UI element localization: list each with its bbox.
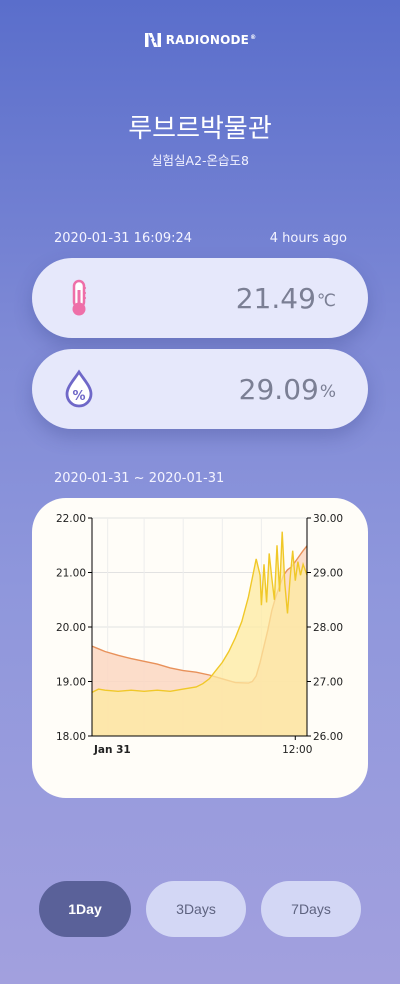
thermometer-icon bbox=[72, 279, 86, 316]
humidity-drop-icon: % bbox=[65, 369, 93, 408]
chart-card: 18.00 19.00 20.00 21.00 22.00 26.00 27.00 28.00… bbox=[32, 498, 368, 798]
y-left-tick-label: 20.00 bbox=[56, 622, 86, 634]
series-area-1 bbox=[92, 531, 307, 736]
x-tick-label: Jan 31 bbox=[93, 744, 131, 756]
humidity-card[interactable]: % 29.09% bbox=[32, 349, 368, 429]
range-3days-button[interactable]: 3Days bbox=[146, 881, 246, 937]
y-right-tick-label: 29.00 bbox=[313, 568, 343, 580]
brand-name: RADIONODE® bbox=[165, 33, 257, 47]
y-right-tick-label: 27.00 bbox=[313, 677, 343, 689]
x-tick-label: 12:00 bbox=[282, 744, 312, 756]
brand-logo: RADIONODE® bbox=[0, 31, 400, 49]
y-right-tick-label: 30.00 bbox=[313, 513, 343, 525]
last-update-timestamp: 2020-01-31 16:09:24 bbox=[54, 231, 193, 246]
page-title: 루브르박물관 bbox=[128, 114, 272, 144]
history-chart: 18.00 19.00 20.00 21.00 22.00 26.00 27.00 28.00… bbox=[56, 513, 343, 756]
radionode-logo-icon bbox=[144, 33, 161, 47]
page-subtitle: 실험실A2-온습도8 bbox=[151, 153, 249, 168]
y-left-tick-label: 19.00 bbox=[56, 677, 86, 689]
temperature-card[interactable]: 21.49 ℃ bbox=[32, 258, 368, 338]
y-left-tick-label: 22.00 bbox=[56, 513, 86, 525]
svg-text:%: % bbox=[72, 389, 85, 404]
y-left-tick-label: 21.00 bbox=[56, 568, 86, 580]
y-right-tick-label: 28.00 bbox=[313, 622, 343, 634]
status-row: 2020-01-31 16:09:24 4 hours ago bbox=[54, 231, 347, 246]
temperature-value: 21.49 ℃ bbox=[235, 281, 336, 315]
chart-date-range: 2020-01-31 ~ 2020-01-31 bbox=[54, 471, 225, 486]
y-left-tick-label: 18.00 bbox=[56, 731, 86, 743]
last-update-age: 4 hours ago bbox=[269, 231, 347, 246]
y-right-tick-label: 26.00 bbox=[313, 731, 343, 743]
temperature-unit: ℃ bbox=[316, 291, 336, 311]
humidity-value: 29.09% bbox=[238, 372, 336, 406]
range-7days-button[interactable]: 7Days bbox=[261, 881, 361, 937]
humidity-unit: % bbox=[319, 382, 336, 402]
range-1day-button[interactable]: 1Day bbox=[39, 881, 131, 937]
